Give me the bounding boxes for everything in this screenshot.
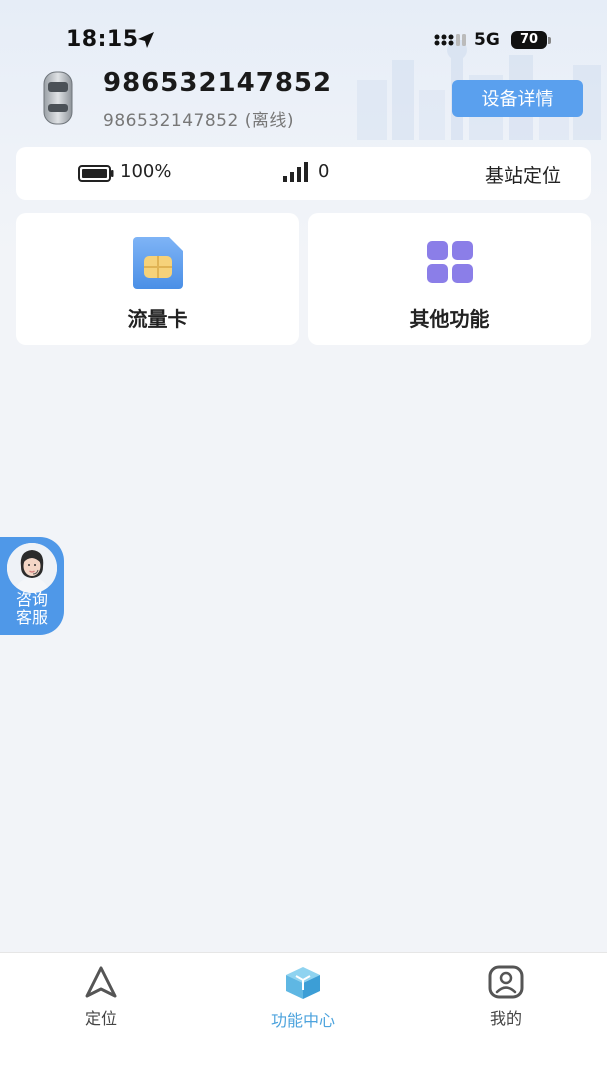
agent-portrait-icon xyxy=(7,543,57,593)
nav-item-location[interactable]: 定位 xyxy=(41,965,161,1029)
navigation-arrow-icon xyxy=(85,966,117,998)
feature-card-data-sim[interactable]: 流量卡 xyxy=(16,213,299,345)
bottom-navigation: 定位 功能中心 我的 xyxy=(0,952,607,1081)
device-info-card: 100% 0 基站定位 xyxy=(16,147,591,200)
battery-level: 100% xyxy=(120,161,172,182)
customer-service-button[interactable]: 咨询 客服 xyxy=(0,537,64,635)
profile-icon xyxy=(488,965,524,999)
status-time: 18:15 xyxy=(66,27,139,52)
nav-label-location: 定位 xyxy=(84,1009,117,1028)
cube-icon xyxy=(286,967,320,999)
signal-level: 0 xyxy=(318,161,330,182)
feature-card-other-functions[interactable]: 其他功能 xyxy=(308,213,591,345)
battery-tip xyxy=(548,37,551,44)
car-icon xyxy=(43,71,73,125)
feature-label-data-sim: 流量卡 xyxy=(127,307,188,331)
service-label-line2: 客服 xyxy=(15,608,48,627)
nav-label-mine: 我的 xyxy=(489,1009,522,1028)
service-label-line1: 咨询 xyxy=(15,590,48,609)
station-locate-link[interactable]: 基站定位 xyxy=(485,161,561,188)
nav-item-function-center[interactable]: 功能中心 xyxy=(243,965,363,1031)
battery-full-icon xyxy=(78,165,114,182)
nav-label-function-center: 功能中心 xyxy=(270,1011,335,1030)
location-arrow-icon xyxy=(138,32,154,48)
device-detail-button[interactable]: 设备详情 xyxy=(452,80,583,117)
network-type: 5G xyxy=(474,30,500,50)
nav-item-mine[interactable]: 我的 xyxy=(446,965,566,1029)
cellular-signal-icon xyxy=(434,34,466,46)
sim-card-icon xyxy=(132,237,183,289)
battery-indicator: 70 xyxy=(511,31,547,49)
grid-icon xyxy=(426,241,473,283)
feature-label-other-functions: 其他功能 xyxy=(409,307,490,331)
service-agent-avatar xyxy=(7,543,57,593)
device-status-subtitle: 986532147852 (离线) xyxy=(103,111,294,131)
service-label: 咨询 客服 xyxy=(0,591,64,627)
device-id: 986532147852 xyxy=(103,68,333,98)
signal-bars-icon xyxy=(283,162,308,182)
